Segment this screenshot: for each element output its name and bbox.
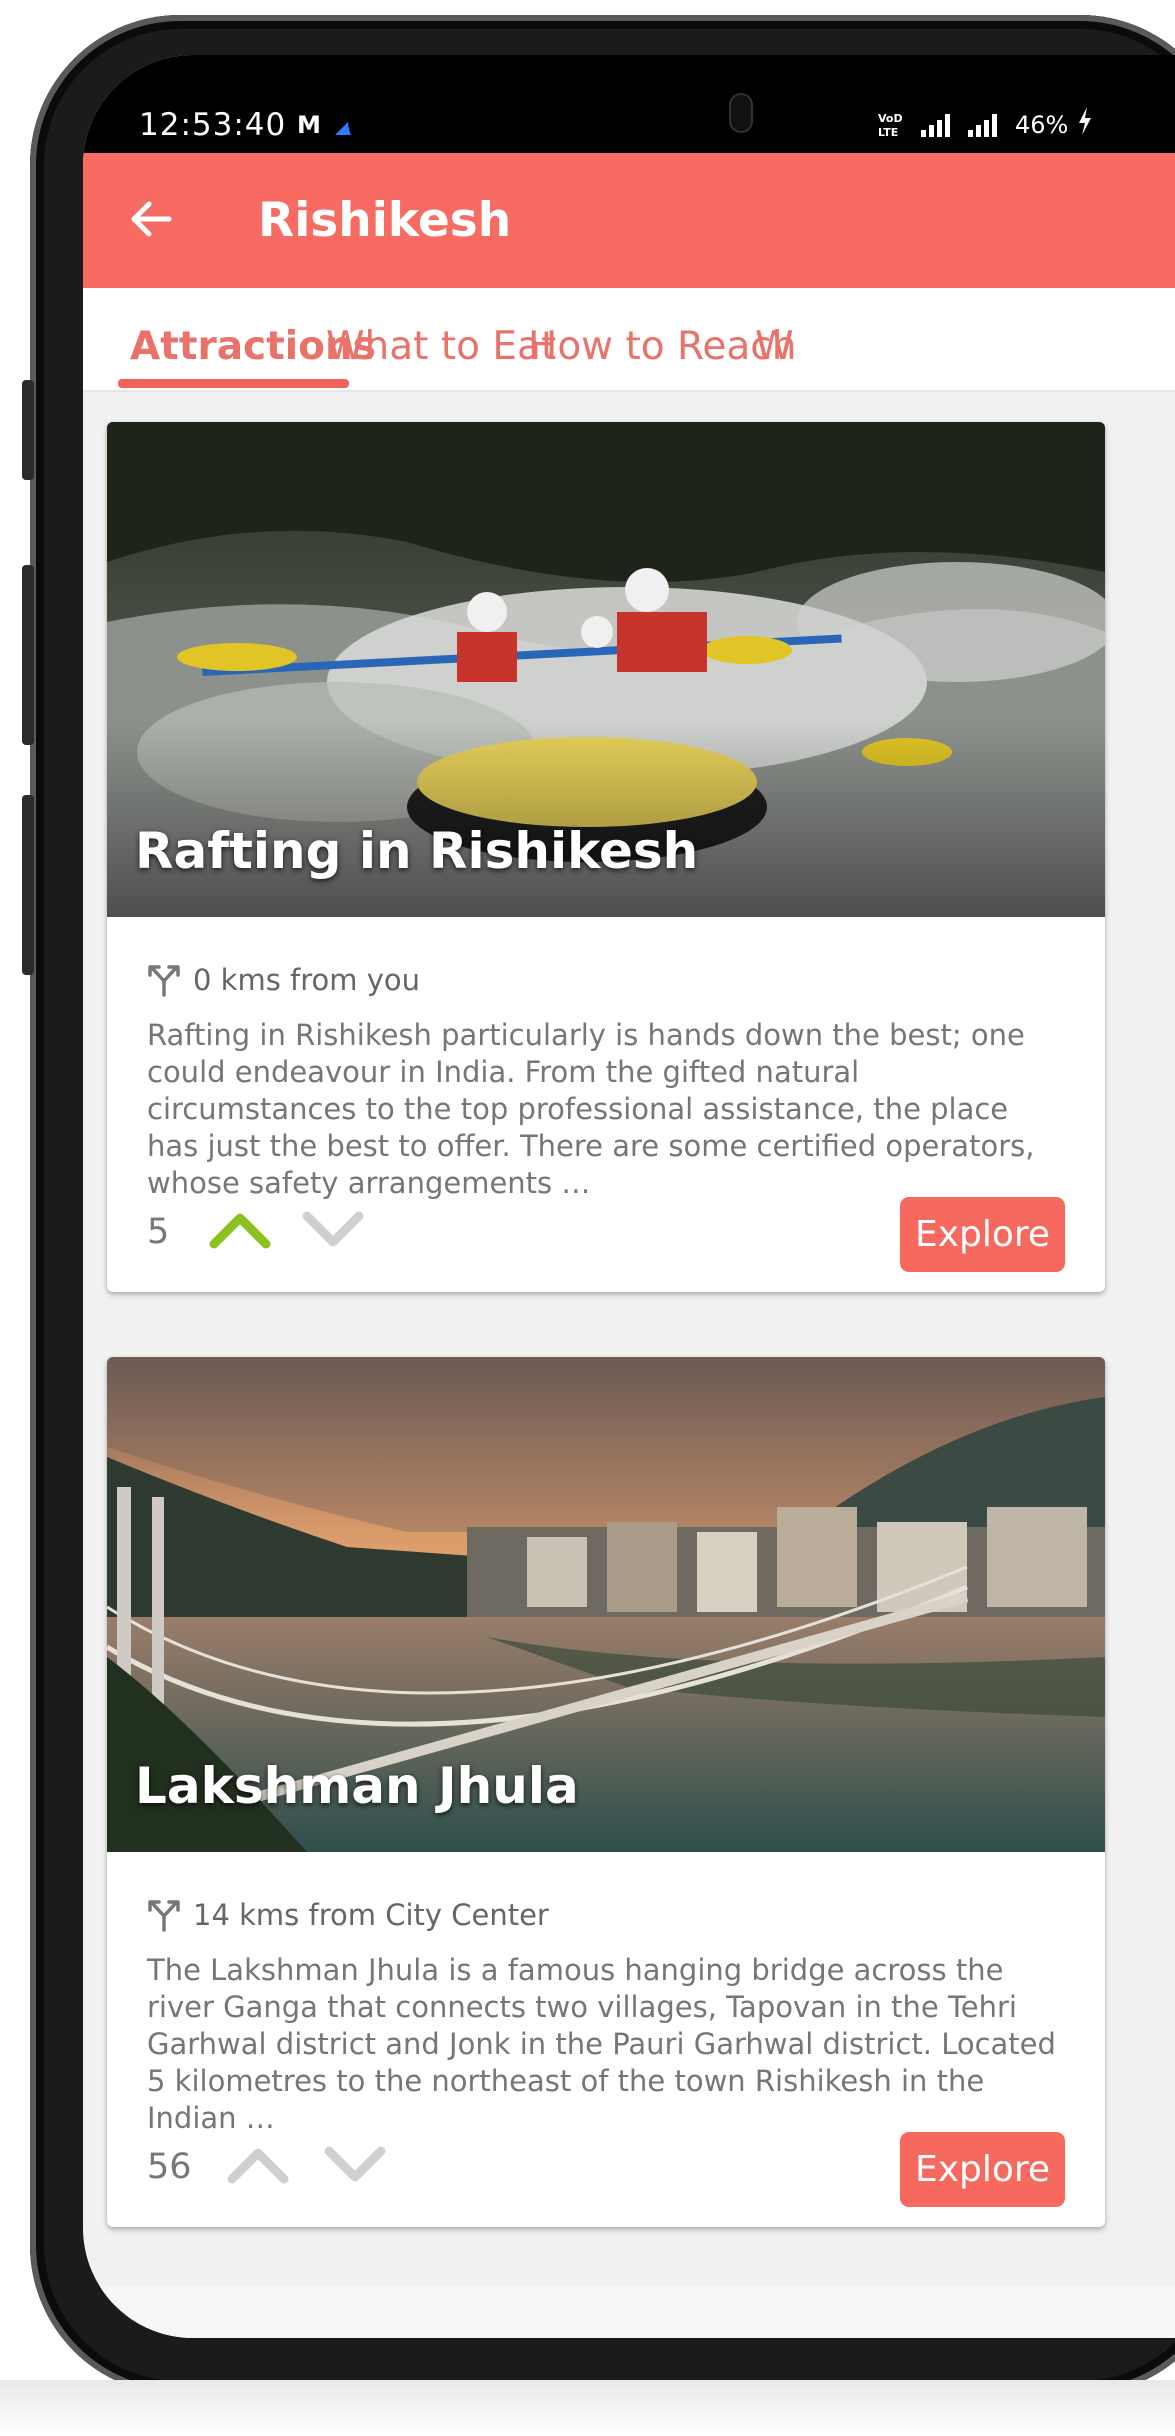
app-bar: Rishikesh: [83, 153, 1175, 288]
distance-text: 0 kms from you: [193, 963, 421, 997]
svg-text:LTE: LTE: [878, 126, 898, 139]
arrow-left-icon: [131, 201, 172, 237]
chevron-down-icon: [302, 1211, 364, 1247]
signal-icon: [921, 113, 950, 137]
distance-text: 14 kms from City Center: [193, 1898, 549, 1932]
signal-icon: [968, 113, 997, 137]
distance-row: 14 kms from City Center: [147, 1895, 549, 1935]
attraction-card[interactable]: Lakshman Jhula 14 kms from City Center T…: [107, 1357, 1105, 2227]
directions-fork-icon: [148, 965, 180, 997]
chevron-up-icon: [209, 1213, 271, 1249]
back-button[interactable]: [111, 179, 191, 259]
distance-row: 0 kms from you: [147, 960, 420, 1000]
mail-icon: M: [297, 111, 321, 139]
card-description: The Lakshman Jhula is a famous hanging b…: [147, 1953, 1056, 2135]
card-description: Rafting in Rishikesh particularly is han…: [147, 1018, 1035, 1200]
page-title: Rishikesh: [258, 193, 512, 248]
lakshman-jhula-image: Lakshman Jhula: [107, 1357, 1105, 1852]
vote-count: 5: [147, 1212, 170, 1252]
device-button: [22, 380, 34, 480]
battery-level: 46%: [1015, 111, 1069, 139]
device-button: [22, 565, 34, 745]
tab-truncated[interactable]: W: [755, 324, 794, 369]
device-shadow: [0, 2380, 1175, 2436]
camera-icon: [731, 95, 751, 131]
explore-button[interactable]: Explore: [900, 1197, 1065, 1272]
upvote-button[interactable]: [222, 2135, 294, 2195]
tab-bar: Attractions What to Eat How to Reach W: [83, 288, 1175, 392]
status-time: 12:53:40: [139, 107, 287, 143]
volte-icon: VoD LTE: [876, 110, 910, 143]
active-tab-indicator: [118, 379, 349, 388]
card-title: Rafting in Rishikesh: [135, 822, 699, 880]
upvote-button[interactable]: [204, 1200, 276, 1260]
screen: 12:53:40 M VoD LTE 46% Rishikesh Attract…: [83, 55, 1175, 2338]
notch: [348, 55, 948, 160]
vote-count: 56: [147, 2147, 192, 2187]
directions-fork-icon: [148, 1900, 180, 1932]
explore-button[interactable]: Explore: [900, 2132, 1065, 2207]
svg-text:VoD: VoD: [878, 112, 903, 125]
system-navigation-bar: [83, 2287, 1175, 2338]
downvote-button[interactable]: [319, 2135, 391, 2195]
rafting-image: Rafting in Rishikesh: [107, 422, 1105, 917]
chevron-up-icon: [227, 2148, 289, 2184]
device-button: [22, 795, 34, 975]
chevron-down-icon: [324, 2146, 386, 2182]
attraction-card[interactable]: Rafting in Rishikesh 0 kms from you Raft…: [107, 422, 1105, 1292]
card-title: Lakshman Jhula: [135, 1757, 579, 1815]
downvote-button[interactable]: [297, 1200, 369, 1260]
charging-bolt-icon: [1077, 105, 1093, 145]
tab-what-to-eat[interactable]: What to Eat: [326, 324, 556, 369]
